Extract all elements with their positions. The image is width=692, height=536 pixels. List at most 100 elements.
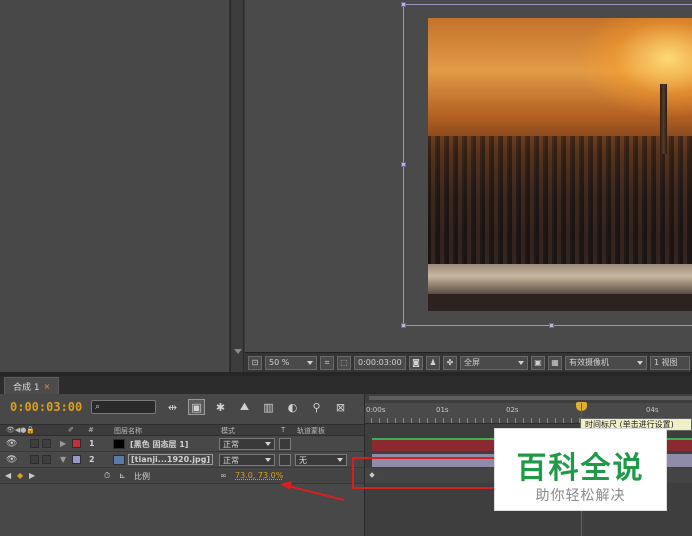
layer-name[interactable]: [黑色 固态层 1] [130, 439, 188, 450]
preserve-transparency-checkbox[interactable] [279, 454, 291, 466]
views-dropdown[interactable]: 1 视图 [650, 355, 690, 370]
zoom-value: 50 % [269, 358, 290, 367]
ruler-tick-label: 0:00s [366, 406, 386, 414]
preserve-transparency-checkbox[interactable] [279, 438, 291, 450]
chevron-down-icon [637, 360, 643, 365]
project-panel-scrollbar[interactable] [230, 0, 244, 372]
stopwatch-icon[interactable]: ⏱ [104, 471, 110, 481]
column-layer-name[interactable]: 图层名称 [114, 426, 142, 436]
label-tag-icon[interactable]: ✐ [68, 426, 74, 434]
transparency-grid-icon[interactable]: ▦ [548, 355, 562, 370]
av-features-icon[interactable]: 👁◀●🔒 [6, 426, 35, 434]
annotation-arrow-icon [280, 481, 345, 501]
mode-dropdown[interactable]: 正常 [219, 454, 275, 466]
column-t: T [281, 426, 286, 434]
transform-handle[interactable] [401, 162, 406, 167]
grid-guides-icon[interactable]: ⌗ [320, 355, 334, 370]
mask-visibility-icon[interactable]: ⬚ [337, 355, 351, 370]
column-track-matte: 轨道蒙板 [297, 427, 325, 435]
resolution-dropdown[interactable]: 全屏 [460, 355, 528, 370]
viewer-toolbar: ⊡ 50 % ⌗ ⬚ 0:00:03:00 ◙ ♟ ✤ 全屏 ▣ ▦ 有效摄像机… [245, 352, 692, 372]
scale-value[interactable]: 73.0, 73.0% [235, 471, 283, 480]
layer-index: 2 [89, 455, 95, 464]
layer-bounding-box[interactable] [401, 2, 692, 328]
comp-mini-flowchart-icon[interactable]: ⇹ [164, 399, 181, 415]
brainstorm-icon[interactable]: ⊠ [332, 399, 349, 415]
shy-layers-icon[interactable]: ⛰ [236, 399, 253, 415]
snapshot-camera-icon[interactable]: ◙ [409, 355, 423, 370]
constrain-link-icon[interactable]: ∞ [220, 471, 227, 480]
viewer-timecode[interactable]: 0:00:03:00 [354, 355, 406, 370]
search-icon: ⌕ [95, 402, 101, 412]
region-of-interest-icon[interactable]: ▣ [531, 355, 545, 370]
next-keyframe-icon[interactable]: ▶ [29, 471, 35, 480]
watermark-title: 百科全说 [516, 451, 645, 486]
ruler-tick-label: 01s [436, 406, 449, 414]
transform-handle[interactable] [401, 323, 406, 328]
channel-rgb-icon[interactable]: ✤ [443, 355, 457, 370]
solid-thumbnail [113, 439, 125, 449]
layer-row[interactable]: 👁 ▶ 1 [黑色 固态层 1] 正常 [0, 437, 364, 452]
graph-icon[interactable]: ⊾ [119, 471, 126, 480]
solo-switch[interactable] [30, 439, 39, 448]
ruler-tick-label: 02s [506, 406, 519, 414]
collapse-triangle-icon[interactable]: ▼ [60, 455, 66, 464]
chevron-down-icon [337, 458, 343, 462]
always-preview-icon[interactable]: ⊡ [248, 355, 262, 370]
ruler-tick-label: 04s [646, 406, 659, 414]
layer-search-input[interactable]: ⌕ [91, 400, 156, 414]
prev-keyframe-icon[interactable]: ◀ [5, 471, 11, 480]
label-color-swatch[interactable] [72, 455, 81, 464]
expand-triangle-icon[interactable]: ▶ [60, 439, 66, 448]
zoom-dropdown[interactable]: 50 % [265, 355, 317, 370]
annotation-highlight-box [352, 457, 502, 489]
watermark-logo: 百科全说 助你轻松解决 [494, 428, 667, 511]
work-area-bar[interactable] [369, 396, 692, 400]
layer-index: 1 [89, 439, 95, 448]
lock-switch[interactable] [42, 439, 51, 448]
chevron-down-icon [307, 360, 313, 365]
views-value: 1 视图 [654, 358, 678, 367]
timeline-switches: ⇹ ▣ ✱ ⛰ ▥ ◐ ⚲ ⊠ [164, 399, 349, 415]
resolution-value: 全屏 [464, 358, 480, 367]
layer-name[interactable]: [tianji...1920.jpg] [128, 454, 214, 465]
track-matte-value: 无 [299, 455, 307, 465]
show-snapshot-icon[interactable]: ♟ [426, 355, 440, 370]
tab-composition[interactable]: 合成 1 × [4, 377, 60, 394]
timeline-tab-row: 合成 1 × [0, 376, 692, 394]
track-matte-dropdown[interactable]: 无 [295, 454, 347, 466]
chevron-down-icon [518, 360, 524, 365]
add-keyframe-icon[interactable]: ◆ [17, 471, 23, 480]
project-panel [0, 0, 230, 372]
mode-dropdown[interactable]: 正常 [219, 438, 275, 450]
graph-editor-icon[interactable]: ⚲ [308, 399, 325, 415]
mode-value: 正常 [223, 455, 239, 465]
viewer-timecode-value: 0:00:03:00 [358, 358, 402, 367]
layer-outline: 0:00:03:00 ⌕ ⇹ ▣ ✱ ⛰ ▥ ◐ ⚲ ⊠ 👁◀●🔒 ✐ # 图层… [0, 394, 364, 536]
layer-column-header: 👁◀●🔒 ✐ # 图层名称 模式 T 轨道蒙板 [0, 424, 364, 436]
motion-blur-icon[interactable]: ◐ [284, 399, 301, 415]
mode-value: 正常 [223, 439, 239, 449]
chevron-down-icon [265, 442, 271, 446]
lock-switch[interactable] [42, 455, 51, 464]
close-icon[interactable]: × [44, 382, 51, 391]
label-color-swatch[interactable] [72, 439, 81, 448]
layer-row[interactable]: 👁 ▼ 2 [tianji...1920.jpg] 正常 无 [0, 453, 364, 468]
frame-blending-icon[interactable]: ▥ [260, 399, 277, 415]
draft-3d-icon[interactable]: ✱ [212, 399, 229, 415]
camera-dropdown[interactable]: 有效摄像机 [565, 355, 647, 370]
composition-viewer[interactable] [245, 0, 692, 352]
transform-handle[interactable] [549, 323, 554, 328]
scroll-down-arrow-icon[interactable] [234, 349, 242, 354]
current-timecode[interactable]: 0:00:03:00 [10, 400, 82, 414]
live-update-icon[interactable]: ▣ [188, 399, 205, 415]
column-number: # [88, 426, 94, 434]
transform-handle[interactable] [401, 2, 406, 7]
eye-icon[interactable]: 👁 [6, 455, 17, 465]
property-name-scale: 比例 [134, 472, 150, 481]
solo-switch[interactable] [30, 455, 39, 464]
eye-icon[interactable]: 👁 [6, 439, 17, 449]
watermark-subtitle: 助你轻松解决 [535, 488, 626, 504]
image-thumbnail [113, 455, 125, 465]
column-mode: 模式 [221, 427, 235, 435]
